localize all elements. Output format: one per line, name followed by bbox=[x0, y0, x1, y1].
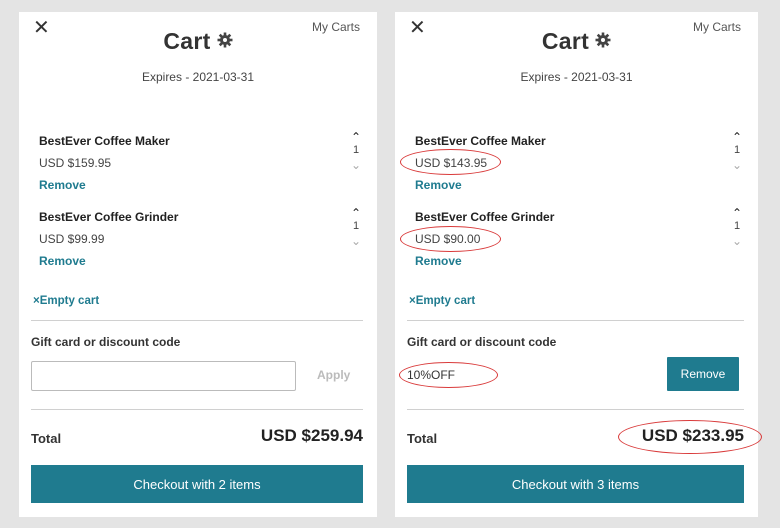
cart-item: BestEver Coffee Maker USD $159.95 Remove… bbox=[39, 130, 363, 204]
checkout-button[interactable]: Checkout with 3 items bbox=[407, 465, 744, 503]
expiry-date: Expires - 2021-03-31 bbox=[520, 70, 633, 84]
quantity-value: 1 bbox=[733, 220, 741, 232]
chevron-up-icon[interactable]: ⌃ bbox=[730, 130, 744, 144]
expiry-date: Expires - 2021-03-31 bbox=[141, 70, 255, 84]
applied-code-value: 10%OFF bbox=[407, 368, 456, 382]
gift-code-input[interactable] bbox=[31, 361, 296, 391]
remove-item-link[interactable]: Remove bbox=[415, 178, 462, 192]
item-price: USD $143.95 bbox=[415, 156, 488, 170]
item-name: BestEver Coffee Maker bbox=[39, 134, 170, 148]
cart-item: BestEver Coffee Grinder USD $99.99 Remov… bbox=[39, 206, 363, 280]
total-label: Total bbox=[31, 431, 62, 446]
item-name: BestEver Coffee Grinder bbox=[415, 210, 555, 224]
quantity-value: 1 bbox=[733, 144, 741, 156]
divider bbox=[31, 320, 363, 321]
quantity-value: 1 bbox=[352, 220, 360, 232]
x-icon: × bbox=[409, 295, 416, 307]
chevron-down-icon[interactable]: ⌄ bbox=[349, 234, 363, 248]
cart-item: BestEver Coffee Maker USD $143.95 Remove… bbox=[415, 130, 744, 204]
divider bbox=[407, 320, 744, 321]
item-price: USD $90.00 bbox=[415, 232, 481, 246]
cart-panel-after: ✕ My Carts Cart Expires - 2021-03-31 Bes… bbox=[395, 12, 758, 517]
cart-title: Cart bbox=[163, 28, 211, 54]
cart-title: Cart bbox=[541, 28, 590, 54]
apply-button[interactable]: Apply bbox=[317, 368, 350, 382]
item-name: BestEver Coffee Maker bbox=[415, 134, 546, 148]
empty-cart-link[interactable]: ×Empty cart bbox=[33, 295, 99, 307]
gift-code-label: Gift card or discount code bbox=[407, 335, 557, 349]
page-title: Cart bbox=[395, 28, 758, 55]
chevron-down-icon[interactable]: ⌄ bbox=[730, 158, 744, 172]
total-value: USD $233.95 bbox=[641, 426, 744, 445]
item-price: USD $99.99 bbox=[39, 232, 105, 246]
chevron-up-icon[interactable]: ⌃ bbox=[730, 206, 744, 220]
chevron-down-icon[interactable]: ⌄ bbox=[730, 234, 744, 248]
empty-cart-link[interactable]: ×Empty cart bbox=[409, 295, 475, 307]
divider bbox=[31, 409, 363, 410]
item-price: USD $159.95 bbox=[39, 156, 112, 170]
total-value: USD $259.94 bbox=[260, 426, 363, 445]
gear-icon[interactable] bbox=[217, 27, 233, 54]
remove-code-button[interactable]: Remove bbox=[667, 357, 739, 391]
remove-item-link[interactable]: Remove bbox=[39, 254, 86, 268]
remove-item-link[interactable]: Remove bbox=[415, 254, 462, 268]
empty-cart-label: Empty cart bbox=[415, 295, 476, 307]
gear-icon[interactable] bbox=[595, 27, 611, 54]
chevron-up-icon[interactable]: ⌃ bbox=[349, 130, 363, 144]
page-title: Cart bbox=[19, 28, 377, 55]
total-label: Total bbox=[407, 431, 438, 446]
chevron-down-icon[interactable]: ⌄ bbox=[349, 158, 363, 172]
checkout-button[interactable]: Checkout with 2 items bbox=[31, 465, 363, 503]
x-icon: × bbox=[33, 295, 40, 307]
cart-item: BestEver Coffee Grinder USD $90.00 Remov… bbox=[415, 206, 744, 280]
chevron-up-icon[interactable]: ⌃ bbox=[349, 206, 363, 220]
item-name: BestEver Coffee Grinder bbox=[39, 210, 179, 224]
cart-panel-before: ✕ My Carts Cart Expires - 2021-03-31 Bes… bbox=[19, 12, 377, 517]
quantity-stepper: ⌃ 1 ⌄ bbox=[730, 130, 744, 172]
quantity-stepper: ⌃ 1 ⌄ bbox=[730, 206, 744, 248]
divider bbox=[407, 409, 744, 410]
remove-item-link[interactable]: Remove bbox=[39, 178, 86, 192]
empty-cart-label: Empty cart bbox=[39, 295, 100, 307]
gift-code-label: Gift card or discount code bbox=[31, 335, 181, 349]
quantity-stepper: ⌃ 1 ⌄ bbox=[349, 130, 363, 172]
quantity-stepper: ⌃ 1 ⌄ bbox=[349, 206, 363, 248]
quantity-value: 1 bbox=[352, 144, 360, 156]
